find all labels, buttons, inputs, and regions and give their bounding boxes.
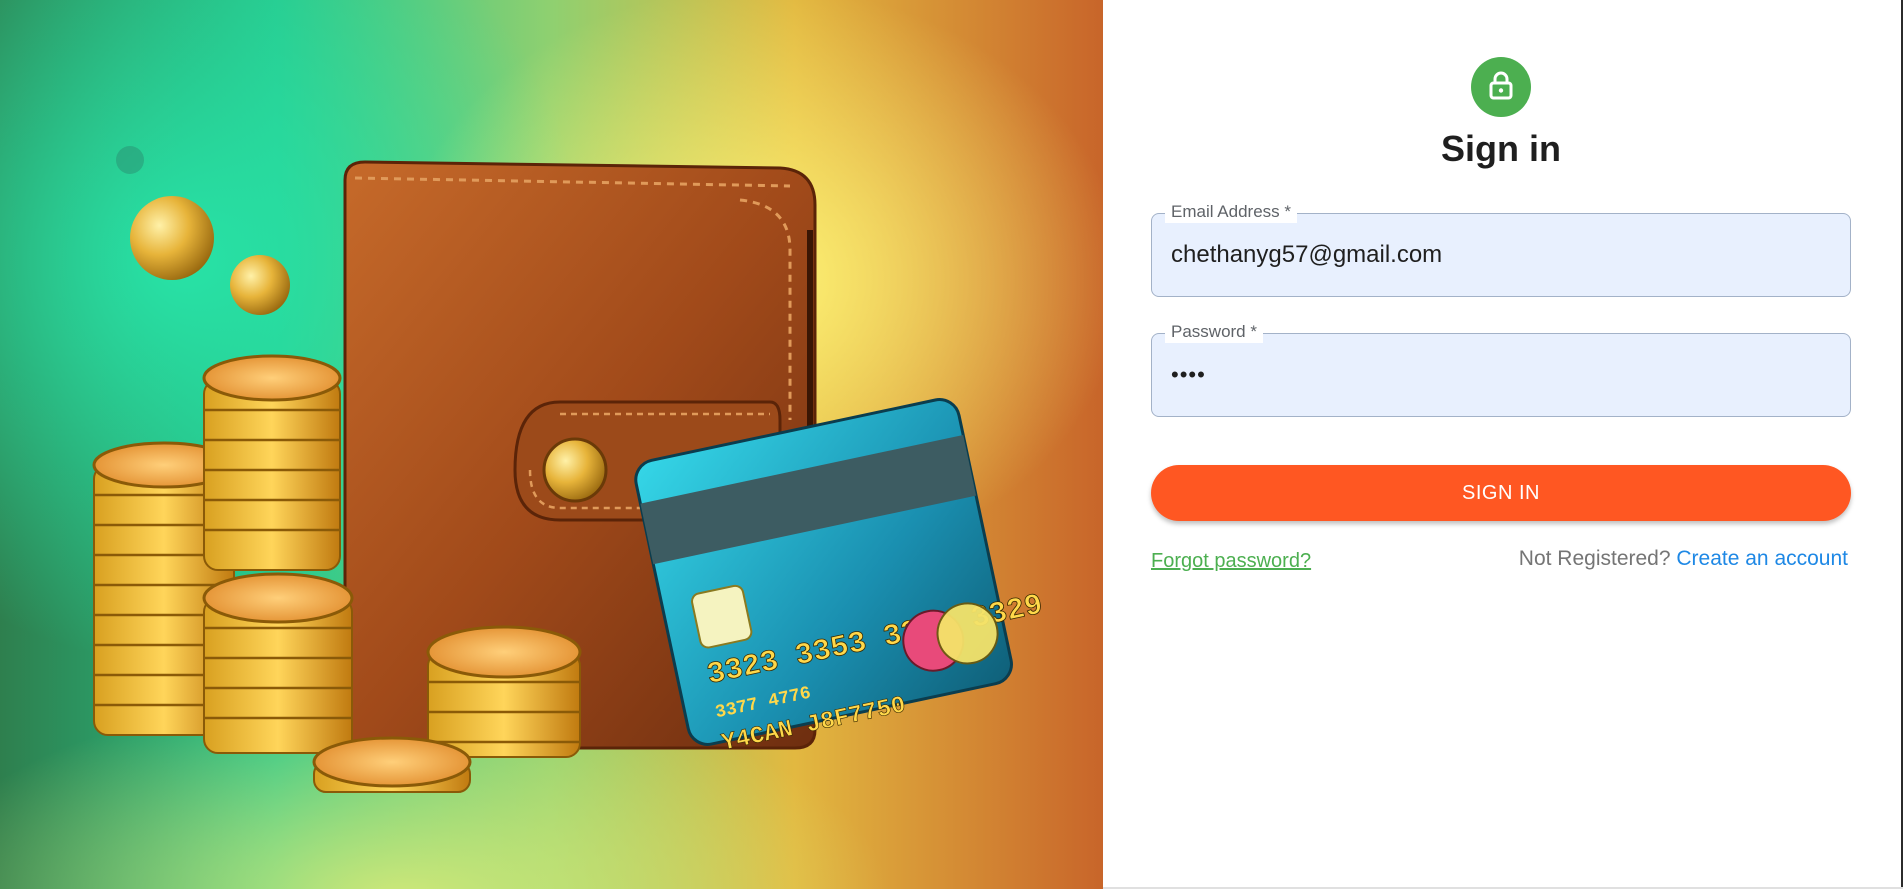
- coin-stack: [202, 354, 342, 571]
- sphere: [230, 255, 290, 315]
- password-field[interactable]: Password *: [1151, 321, 1851, 417]
- wallet-coins-card-image: 3323 3353 3363 3329 3377 4776 Y4CAN J8F7…: [92, 146, 1046, 793]
- coin: [312, 736, 472, 793]
- email-field[interactable]: Email Address *: [1151, 201, 1851, 297]
- hero-illustration: 3323 3353 3363 3329 3377 4776 Y4CAN J8F7…: [0, 0, 1103, 889]
- signin-button[interactable]: SIGN IN: [1151, 465, 1851, 521]
- password-input[interactable]: [1171, 333, 1831, 417]
- page-title: Sign in: [1441, 128, 1561, 169]
- wallet-button: [542, 437, 608, 503]
- register-prompt-text: Not Registered?: [1518, 547, 1671, 570]
- coin-stack: [426, 625, 582, 758]
- register-prompt: Not Registered? Create an account: [1519, 547, 1848, 571]
- create-account-link[interactable]: Create an account: [1676, 547, 1848, 570]
- sphere: [130, 196, 214, 280]
- lock-icon: [1487, 70, 1515, 105]
- signin-avatar: [1471, 57, 1531, 117]
- coin-stack: [202, 572, 354, 754]
- signin-panel: Sign in Email Address * Password * SIGN …: [1103, 0, 1903, 889]
- email-input[interactable]: [1171, 213, 1831, 297]
- forgot-password-link[interactable]: Forgot password?: [1151, 550, 1311, 573]
